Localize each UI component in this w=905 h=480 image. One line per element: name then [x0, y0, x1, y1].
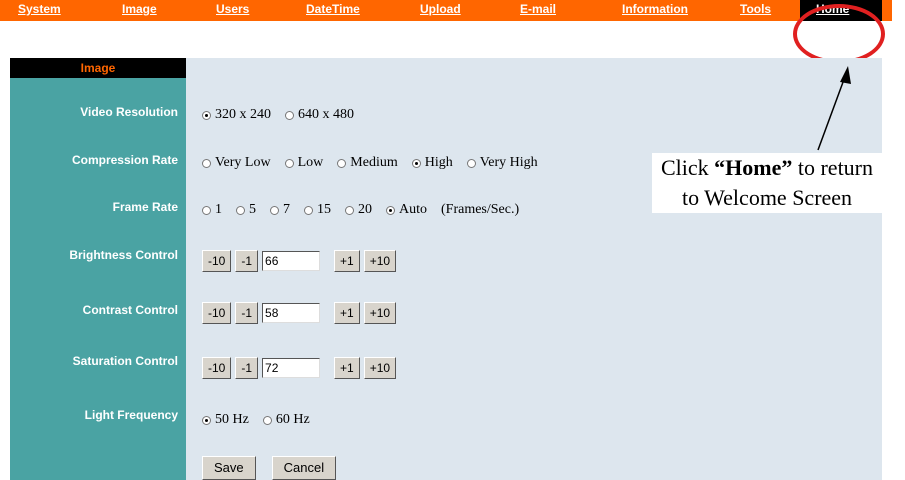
brightness-minus10-button[interactable]: -10 [202, 250, 232, 272]
radio-fps-7[interactable]: 7 [270, 202, 290, 218]
callout-text: Click “Home” to return to Welcome Screen [652, 153, 882, 213]
top-nav: System Image Users DateTime Upload E-mai… [0, 0, 892, 21]
radio-fps-20[interactable]: 20 [345, 202, 372, 218]
saturation-row: -10 -1 72 +1 +10 [202, 357, 400, 379]
radio-label: Medium [350, 155, 398, 170]
radio-label: Very High [479, 155, 538, 170]
radio-320x240[interactable]: 320 x 240 [202, 107, 271, 123]
radio-label: 5 [249, 202, 256, 217]
brightness-minus1-button[interactable]: -1 [235, 250, 259, 272]
contrast-field[interactable]: 58 [262, 303, 321, 323]
action-row: Save Cancel [202, 456, 352, 480]
light-frequency-row: 50 Hz 60 Hz [202, 412, 324, 428]
callout-bold: “Home” [714, 155, 793, 180]
contrast-row: -10 -1 58 +1 +10 [202, 302, 400, 324]
saturation-minus10-button[interactable]: -10 [202, 357, 232, 379]
save-button[interactable]: Save [202, 456, 256, 480]
sidebar: Image Video Resolution Compression Rate … [10, 58, 186, 480]
radio-label: 7 [283, 202, 290, 217]
radio-60hz[interactable]: 60 Hz [262, 412, 310, 428]
compression-rate-row: Very Low Low Medium High Very High [202, 155, 552, 171]
nav-email[interactable]: E-mail [520, 2, 556, 16]
brightness-plus1-button[interactable]: +1 [334, 250, 360, 272]
radio-label: 640 x 480 [298, 107, 354, 122]
radio-fps-auto[interactable]: Auto [386, 202, 427, 218]
brightness-field[interactable]: 66 [262, 251, 321, 271]
radio-high[interactable]: High [411, 155, 453, 171]
radio-dot [262, 415, 272, 425]
radio-fps-5[interactable]: 5 [236, 202, 256, 218]
saturation-plus1-button[interactable]: +1 [334, 357, 360, 379]
radio-dot [345, 205, 354, 215]
radio-dot [304, 205, 313, 215]
nav-users[interactable]: Users [216, 2, 249, 16]
radio-label: Very Low [215, 155, 271, 170]
label-video-resolution: Video Resolution [80, 105, 178, 119]
contrast-plus1-button[interactable]: +1 [334, 302, 360, 324]
contrast-plus10-button[interactable]: +10 [363, 302, 397, 324]
radio-medium[interactable]: Medium [337, 155, 398, 171]
highlight-ellipse [793, 4, 885, 64]
radio-low[interactable]: Low [284, 155, 324, 171]
radio-dot [202, 158, 211, 168]
nav-system[interactable]: System [18, 2, 61, 16]
saturation-field[interactable]: 72 [262, 358, 321, 378]
radio-fps-1[interactable]: 1 [202, 202, 222, 218]
nav-tools[interactable]: Tools [740, 2, 771, 16]
radio-label: 20 [358, 202, 372, 217]
frame-rate-row: 1 5 7 15 20 Auto (Frames/Sec.) [202, 202, 519, 218]
radio-dot [202, 110, 211, 120]
radio-640x480[interactable]: 640 x 480 [285, 107, 354, 123]
radio-label: 320 x 240 [215, 107, 271, 122]
radio-dot [411, 158, 421, 168]
video-resolution-row: 320 x 240 640 x 480 [202, 107, 368, 123]
label-brightness: Brightness Control [69, 248, 178, 262]
radio-dot [202, 205, 211, 215]
contrast-minus10-button[interactable]: -10 [202, 302, 232, 324]
sidebar-title: Image [10, 58, 186, 78]
nav-image[interactable]: Image [122, 2, 157, 16]
saturation-plus10-button[interactable]: +10 [363, 357, 397, 379]
cancel-button[interactable]: Cancel [271, 456, 337, 480]
label-compression-rate: Compression Rate [71, 153, 178, 167]
nav-information[interactable]: Information [622, 2, 688, 16]
nav-datetime[interactable]: DateTime [306, 2, 360, 16]
label-contrast: Contrast Control [82, 303, 178, 317]
label-saturation: Saturation Control [72, 354, 178, 368]
brightness-plus10-button[interactable]: +10 [363, 250, 397, 272]
contrast-minus1-button[interactable]: -1 [235, 302, 259, 324]
callout-pre: Click [660, 155, 715, 180]
radio-very-high[interactable]: Very High [466, 155, 538, 171]
frame-rate-unit: (Frames/Sec.) [441, 202, 520, 217]
radio-dot [202, 415, 211, 425]
radio-label: High [424, 155, 453, 170]
radio-dot [466, 158, 476, 168]
radio-dot [236, 205, 245, 215]
main-panel: 320 x 240 640 x 480 Very Low Low Medium … [186, 58, 882, 480]
radio-label: 1 [215, 202, 222, 217]
radio-label: Auto [399, 202, 427, 217]
radio-label: 60 Hz [275, 412, 310, 427]
radio-fps-15[interactable]: 15 [304, 202, 331, 218]
brightness-row: -10 -1 66 +1 +10 [202, 250, 400, 272]
saturation-minus1-button[interactable]: -1 [235, 357, 259, 379]
nav-upload[interactable]: Upload [420, 2, 461, 16]
radio-label: 50 Hz [215, 412, 249, 427]
radio-dot [337, 158, 347, 168]
radio-dot [270, 205, 279, 215]
radio-label: Low [297, 155, 324, 170]
label-light-frequency: Light Frequency [84, 408, 178, 422]
label-frame-rate: Frame Rate [112, 200, 178, 214]
radio-dot [284, 158, 294, 168]
radio-dot [285, 110, 294, 120]
radio-50hz[interactable]: 50 Hz [202, 412, 249, 428]
radio-very-low[interactable]: Very Low [202, 155, 271, 171]
radio-dot [386, 205, 395, 215]
radio-label: 15 [317, 202, 331, 217]
